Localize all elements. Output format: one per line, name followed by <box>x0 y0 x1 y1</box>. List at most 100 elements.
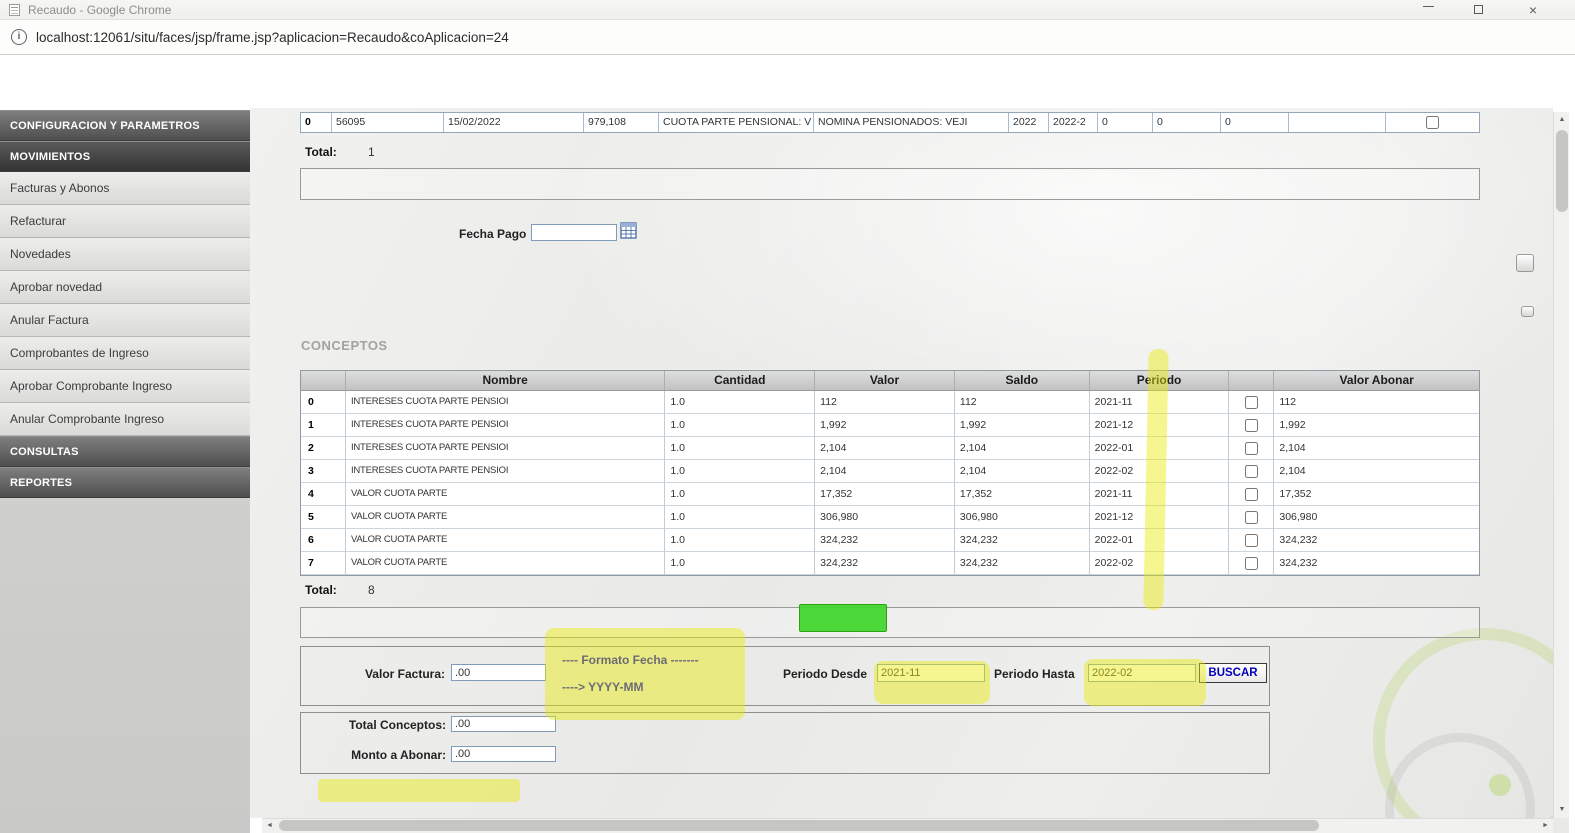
cell-saldo: 2,104 <box>955 437 1090 460</box>
calendar-icon[interactable] <box>620 221 637 239</box>
row-checkbox[interactable] <box>1245 557 1258 570</box>
cell-periodo: 2022-01 <box>1090 529 1230 552</box>
sidebar-item-aprobar-novedad[interactable]: Aprobar novedad <box>0 271 250 304</box>
sidebar-item-refacturar[interactable]: Refacturar <box>0 205 250 238</box>
sidebar-item-anular-comprobante[interactable]: Anular Comprobante Ingreso <box>0 403 250 436</box>
cell-check <box>1229 414 1274 437</box>
col-header-valor-abonar[interactable]: Valor Abonar <box>1274 371 1479 390</box>
cell-saldo: 306,980 <box>955 506 1090 529</box>
row-checkbox[interactable] <box>1245 534 1258 547</box>
cell-check <box>1229 552 1274 575</box>
cell-index: 2 <box>301 437 346 460</box>
total-conceptos-input[interactable] <box>451 716 556 732</box>
table-row[interactable]: 6 VALOR CUOTA PARTE 1.0 324,232 324,232 … <box>301 529 1479 552</box>
row-checkbox[interactable] <box>1245 511 1258 524</box>
cell-cantidad: 1.0 <box>665 552 815 575</box>
scroll-down-arrow[interactable]: ▼ <box>1554 802 1570 818</box>
col-header-cantidad[interactable]: Cantidad <box>665 371 815 390</box>
table-row[interactable]: 5 VALOR CUOTA PARTE 1.0 306,980 306,980 … <box>301 506 1479 529</box>
row-checkbox[interactable] <box>1245 396 1258 409</box>
col-header-periodo[interactable]: Periodo <box>1090 371 1230 390</box>
total-conceptos-label: Total Conceptos: <box>330 718 446 732</box>
cell-periodo: 2022-02 <box>1090 460 1230 483</box>
factura-cell-nomina: NOMINA PENSIONADOS: VEJI <box>814 113 1009 132</box>
row-checkbox[interactable] <box>1245 442 1258 455</box>
sidebar-item-facturas-abonos[interactable]: Facturas y Abonos <box>0 172 250 205</box>
buscar-button[interactable]: BUSCAR <box>1199 663 1267 683</box>
window-titlebar: Recaudo - Google Chrome × <box>0 0 1575 20</box>
cell-nombre: INTERESES CUOTA PARTE PENSIOI <box>346 391 665 414</box>
cell-valor: 17,352 <box>815 483 955 506</box>
sidebar-item-anular-factura[interactable]: Anular Factura <box>0 304 250 337</box>
cell-saldo: 324,232 <box>955 552 1090 575</box>
valor-factura-input[interactable] <box>451 664 546 681</box>
minimize-button[interactable] <box>1405 0 1451 20</box>
col-header-valor[interactable]: Valor <box>815 371 955 390</box>
scroll-left-arrow[interactable]: ◄ <box>262 818 277 833</box>
cell-valor: 2,104 <box>815 460 955 483</box>
scroll-up-arrow[interactable]: ▲ <box>1554 112 1570 128</box>
factura-cell-periodo: 2022-2 <box>1049 113 1098 132</box>
factura-result-row[interactable]: 0 56095 15/02/2022 979,108 CUOTA PARTE P… <box>300 112 1480 133</box>
app-header: ada shared services solutions ? X <box>0 55 1575 108</box>
table-row[interactable]: 3 INTERESES CUOTA PARTE PENSIOI 1.0 2,10… <box>301 460 1479 483</box>
url-bar[interactable]: i localhost:12061/situ/faces/jsp/frame.j… <box>0 20 1575 55</box>
cell-saldo: 1,992 <box>955 414 1090 437</box>
sidebar-item-comprobantes-ingreso[interactable]: Comprobantes de Ingreso <box>0 337 250 370</box>
cell-valor-abonar: 17,352 <box>1274 483 1479 506</box>
table-row[interactable]: 7 VALOR CUOTA PARTE 1.0 324,232 324,232 … <box>301 552 1479 575</box>
factura-checkbox[interactable] <box>1426 116 1439 129</box>
table-row[interactable]: 4 VALOR CUOTA PARTE 1.0 17,352 17,352 20… <box>301 483 1479 506</box>
row-checkbox[interactable] <box>1245 465 1258 478</box>
vertical-scroll-thumb[interactable] <box>1556 130 1568 212</box>
cell-valor-abonar: 306,980 <box>1274 506 1479 529</box>
periodo-hasta-label: Periodo Hasta <box>994 667 1075 681</box>
conceptos-total-label: Total: <box>305 583 337 597</box>
col-header-nombre[interactable]: Nombre <box>346 371 665 390</box>
table-row[interactable]: 2 INTERESES CUOTA PARTE PENSIOI 1.0 2,10… <box>301 437 1479 460</box>
factura-cell-v2: 0 <box>1153 113 1221 132</box>
sidebar-item-configuracion[interactable]: CONFIGURACION Y PARAMETROS <box>0 110 250 141</box>
sidebar-item-reportes[interactable]: REPORTES <box>0 467 250 498</box>
sidebar-item-aprobar-comprobante[interactable]: Aprobar Comprobante Ingreso <box>0 370 250 403</box>
cell-valor: 324,232 <box>815 552 955 575</box>
factura-cell-v3: 0 <box>1221 113 1289 132</box>
cell-check <box>1229 437 1274 460</box>
periodo-desde-input[interactable] <box>877 664 985 682</box>
fecha-pago-input[interactable] <box>531 224 617 241</box>
factura-cell-check <box>1386 113 1479 132</box>
fecha-pago-label: Fecha Pago <box>459 227 526 241</box>
monto-abonar-input[interactable] <box>451 746 556 762</box>
horizontal-scroll-thumb[interactable] <box>279 820 1319 831</box>
sidebar-item-novedades[interactable]: Novedades <box>0 238 250 271</box>
table-row[interactable]: 0 INTERESES CUOTA PARTE PENSIOI 1.0 112 … <box>301 391 1479 414</box>
cell-valor-abonar: 2,104 <box>1274 460 1479 483</box>
periodo-hasta-input[interactable] <box>1088 664 1196 682</box>
row-checkbox[interactable] <box>1245 419 1258 432</box>
maximize-button[interactable] <box>1455 0 1501 20</box>
close-window-button[interactable]: × <box>1510 0 1556 20</box>
cell-valor: 112 <box>815 391 955 414</box>
floating-button-top[interactable] <box>1516 254 1534 272</box>
floating-button-bottom[interactable] <box>1521 306 1534 317</box>
cell-periodo: 2021-12 <box>1090 414 1230 437</box>
table-row[interactable]: 1 INTERESES CUOTA PARTE PENSIOI 1.0 1,99… <box>301 414 1479 437</box>
vertical-scrollbar[interactable]: ▲ ▼ <box>1553 112 1569 818</box>
factura-total-line: Total: <box>305 145 337 159</box>
sidebar-item-movimientos[interactable]: MOVIMIENTOS <box>0 141 250 172</box>
row-checkbox[interactable] <box>1245 488 1258 501</box>
site-info-icon[interactable]: i <box>11 29 27 45</box>
sidebar-item-consultas[interactable]: CONSULTAS <box>0 436 250 467</box>
cell-cantidad: 1.0 <box>665 437 815 460</box>
factura-cell-fecha: 15/02/2022 <box>444 113 584 132</box>
url-text[interactable]: localhost:12061/situ/faces/jsp/frame.jsp… <box>36 20 509 55</box>
conceptos-total-line: Total: <box>305 583 337 597</box>
cell-valor: 1,992 <box>815 414 955 437</box>
horizontal-scrollbar[interactable]: ◄ ► <box>262 818 1553 833</box>
scroll-right-arrow[interactable]: ► <box>1538 818 1553 833</box>
sidebar-nav: CONFIGURACION Y PARAMETROS MOVIMIENTOS F… <box>0 110 250 833</box>
col-header-saldo[interactable]: Saldo <box>955 371 1090 390</box>
cell-saldo: 2,104 <box>955 460 1090 483</box>
cell-valor-abonar: 324,232 <box>1274 552 1479 575</box>
col-header-check <box>1229 371 1274 390</box>
